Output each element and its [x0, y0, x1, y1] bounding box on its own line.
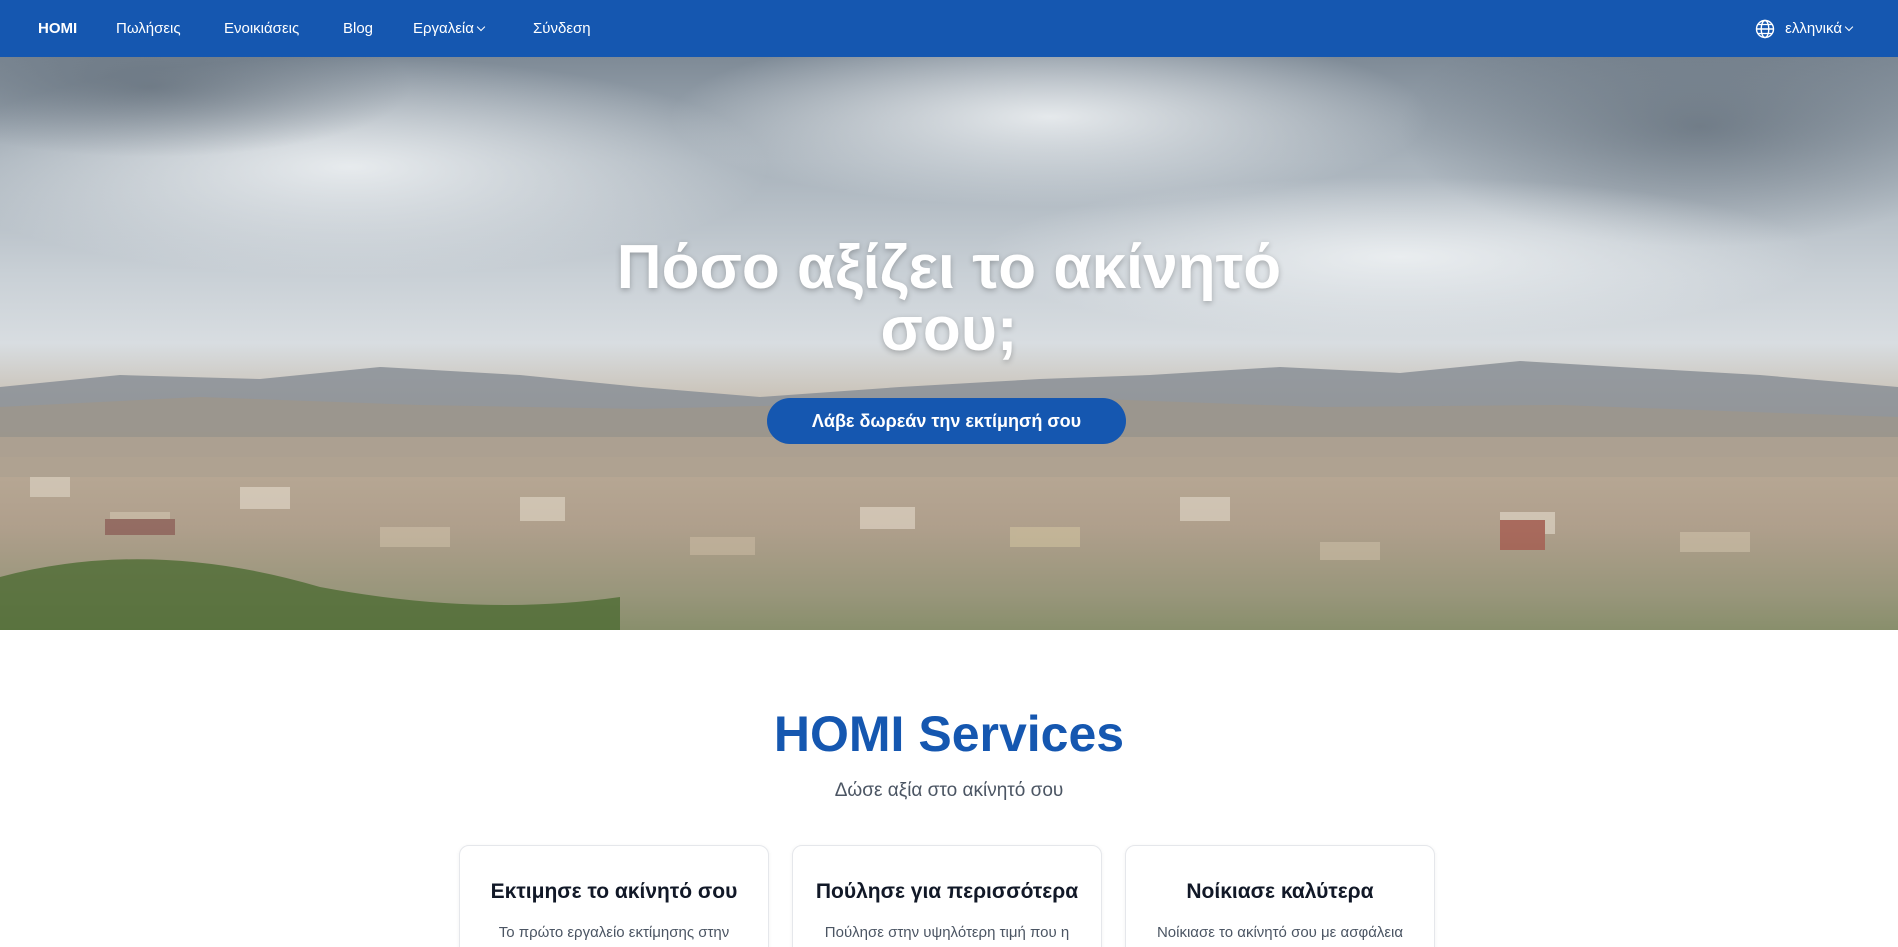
language-label: ελληνικά — [1785, 20, 1842, 37]
nav-link-rentals[interactable]: Ενοικιάσεις — [224, 0, 299, 57]
hero-section: Πόσο αξίζει το ακίνητό σου; Λάβε δωρεάν … — [0, 57, 1898, 630]
hero-title-line-2: σου; — [880, 295, 1018, 364]
service-card-title: Πούλησε για περισσότερα — [815, 880, 1079, 903]
chevron-down-icon — [476, 22, 486, 31]
nav-link-login[interactable]: Σύνδεση — [533, 0, 591, 57]
service-card-text: Νοίκιασε το ακίνητό σου με ασφάλεια — [1156, 924, 1404, 941]
service-card-title: Νοίκιασε καλύτερα — [1186, 880, 1374, 903]
nav-link-tools-label: Εργαλεία — [413, 20, 474, 37]
hero-title-line-1: Πόσο αξίζει το ακίνητό — [616, 233, 1282, 302]
service-card-title: Εκτιμησε το ακίνητό σου — [490, 880, 738, 903]
service-card-text: Πούλησε στην υψηλότερη τιμή που η — [824, 924, 1070, 941]
service-card-valuation[interactable]: Εκτιμησε το ακίνητό σου Το πρώτο εργαλεί… — [459, 845, 769, 947]
top-navbar: HOMI Πωλήσεις Ενοικιάσεις Blog Εργαλεία … — [0, 0, 1898, 57]
service-card-rent[interactable]: Νοίκιασε καλύτερα Νοίκιασε το ακίνητό σο… — [1125, 845, 1435, 947]
services-subtitle: Δώσε αξία στο ακίνητό σου — [834, 780, 1064, 801]
free-valuation-button[interactable]: Λάβε δωρεάν την εκτίμησή σου — [767, 398, 1126, 444]
service-card-text: Το πρώτο εργαλείο εκτίμησης στην — [498, 924, 730, 941]
nav-link-sales[interactable]: Πωλήσεις — [116, 0, 181, 57]
chevron-down-icon — [1844, 22, 1854, 31]
language-selector[interactable]: ελληνικά — [1755, 0, 1854, 57]
nav-link-blog[interactable]: Blog — [343, 0, 373, 57]
globe-icon — [1755, 19, 1775, 38]
nav-link-tools[interactable]: Εργαλεία — [413, 0, 486, 57]
brand-logo-link[interactable]: HOMI — [38, 0, 77, 57]
service-card-sell[interactable]: Πούλησε για περισσότερα Πούλησε στην υψη… — [792, 845, 1102, 947]
services-title: HOMI Services — [773, 706, 1125, 762]
hero-title: Πόσο αξίζει το ακίνητό σου; — [0, 237, 1898, 361]
